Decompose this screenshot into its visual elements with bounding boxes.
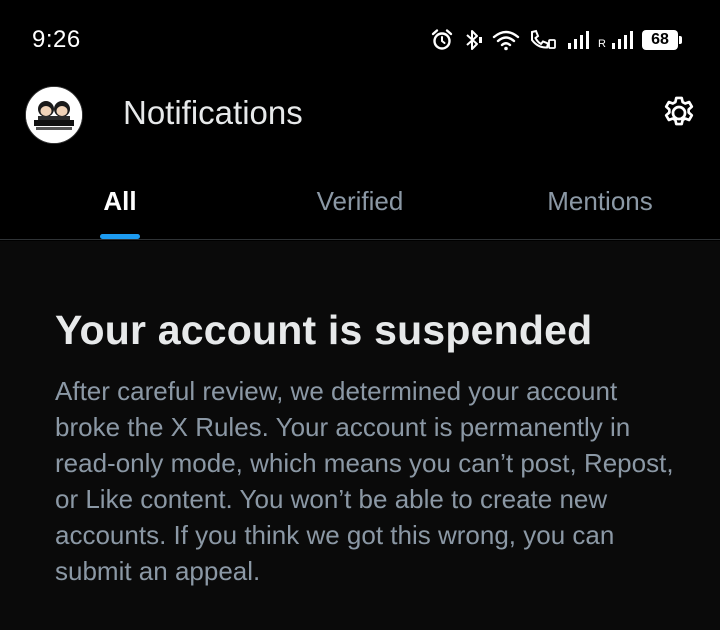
tab-all-label: All <box>103 186 137 216</box>
tab-all[interactable]: All <box>0 170 240 239</box>
gear-icon[interactable] <box>660 94 698 132</box>
wifi-icon <box>492 28 520 52</box>
volte-call-icon <box>528 28 558 52</box>
active-tab-indicator <box>100 234 140 239</box>
suspension-notice: Your account is suspended After careful … <box>0 241 720 630</box>
tab-verified-label: Verified <box>316 186 404 216</box>
notification-tabs: All Verified Mentions <box>0 170 720 240</box>
signal-roaming-icon <box>610 28 634 52</box>
notice-body: After careful review, we determined your… <box>55 376 674 586</box>
alarm-icon <box>430 28 454 52</box>
status-icons: R 68 <box>430 26 682 54</box>
bluetooth-icon <box>462 28 484 52</box>
roaming-label: R <box>598 38 606 50</box>
header: Notifications <box>0 80 720 150</box>
battery-icon: 68 <box>642 30 682 50</box>
tab-verified[interactable]: Verified <box>240 170 480 239</box>
status-time: 9:26 <box>32 26 81 53</box>
page-title: Notifications <box>123 94 303 131</box>
profile-avatar[interactable] <box>25 86 83 144</box>
notice-title: Your account is suspended <box>55 307 593 353</box>
tab-mentions[interactable]: Mentions <box>480 170 720 239</box>
signal-icon <box>566 28 590 52</box>
tab-mentions-label: Mentions <box>547 186 653 216</box>
status-bar: 9:26 R 68 <box>0 0 720 80</box>
